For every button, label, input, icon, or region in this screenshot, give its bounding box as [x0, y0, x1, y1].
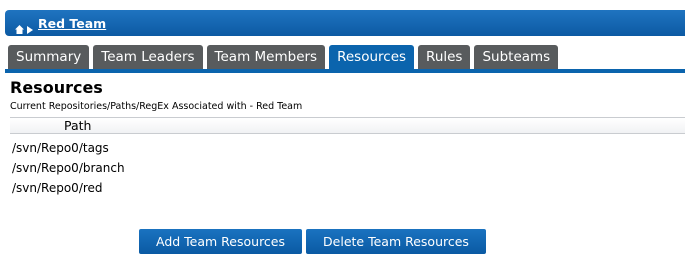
tab-summary[interactable]: Summary: [8, 45, 90, 69]
chevron-right-icon: [27, 19, 33, 34]
column-header-path[interactable]: Path: [64, 118, 91, 133]
tab-rules[interactable]: Rules: [418, 45, 471, 69]
tab-team-leaders[interactable]: Team Leaders: [93, 45, 203, 69]
tab-team-members[interactable]: Team Members: [206, 45, 326, 69]
tab-underline-divider: [5, 69, 685, 73]
tab-bar: Summary Team Leaders Team Members Resour…: [8, 45, 562, 69]
delete-team-resources-button[interactable]: Delete Team Resources: [306, 229, 486, 254]
table-header: Path: [10, 117, 685, 134]
resources-table: Path /svn/Repo0/tags /svn/Repo0/branch /…: [10, 117, 685, 195]
page-subtitle: Current Repositories/Paths/RegEx Associa…: [10, 101, 303, 112]
page-title: Resources: [10, 78, 103, 97]
team-name-link[interactable]: Red Team: [38, 16, 106, 31]
table-row[interactable]: /svn/Repo0/red: [12, 178, 125, 198]
tab-resources[interactable]: Resources: [329, 45, 415, 69]
table-row[interactable]: /svn/Repo0/tags: [12, 138, 125, 158]
breadcrumb-bar: Red Team: [5, 10, 685, 36]
home-icon[interactable]: [15, 19, 24, 34]
table-body: /svn/Repo0/tags /svn/Repo0/branch /svn/R…: [12, 138, 125, 198]
add-team-resources-button[interactable]: Add Team Resources: [139, 229, 302, 254]
table-row[interactable]: /svn/Repo0/branch: [12, 158, 125, 178]
tab-subteams[interactable]: Subteams: [474, 45, 559, 69]
